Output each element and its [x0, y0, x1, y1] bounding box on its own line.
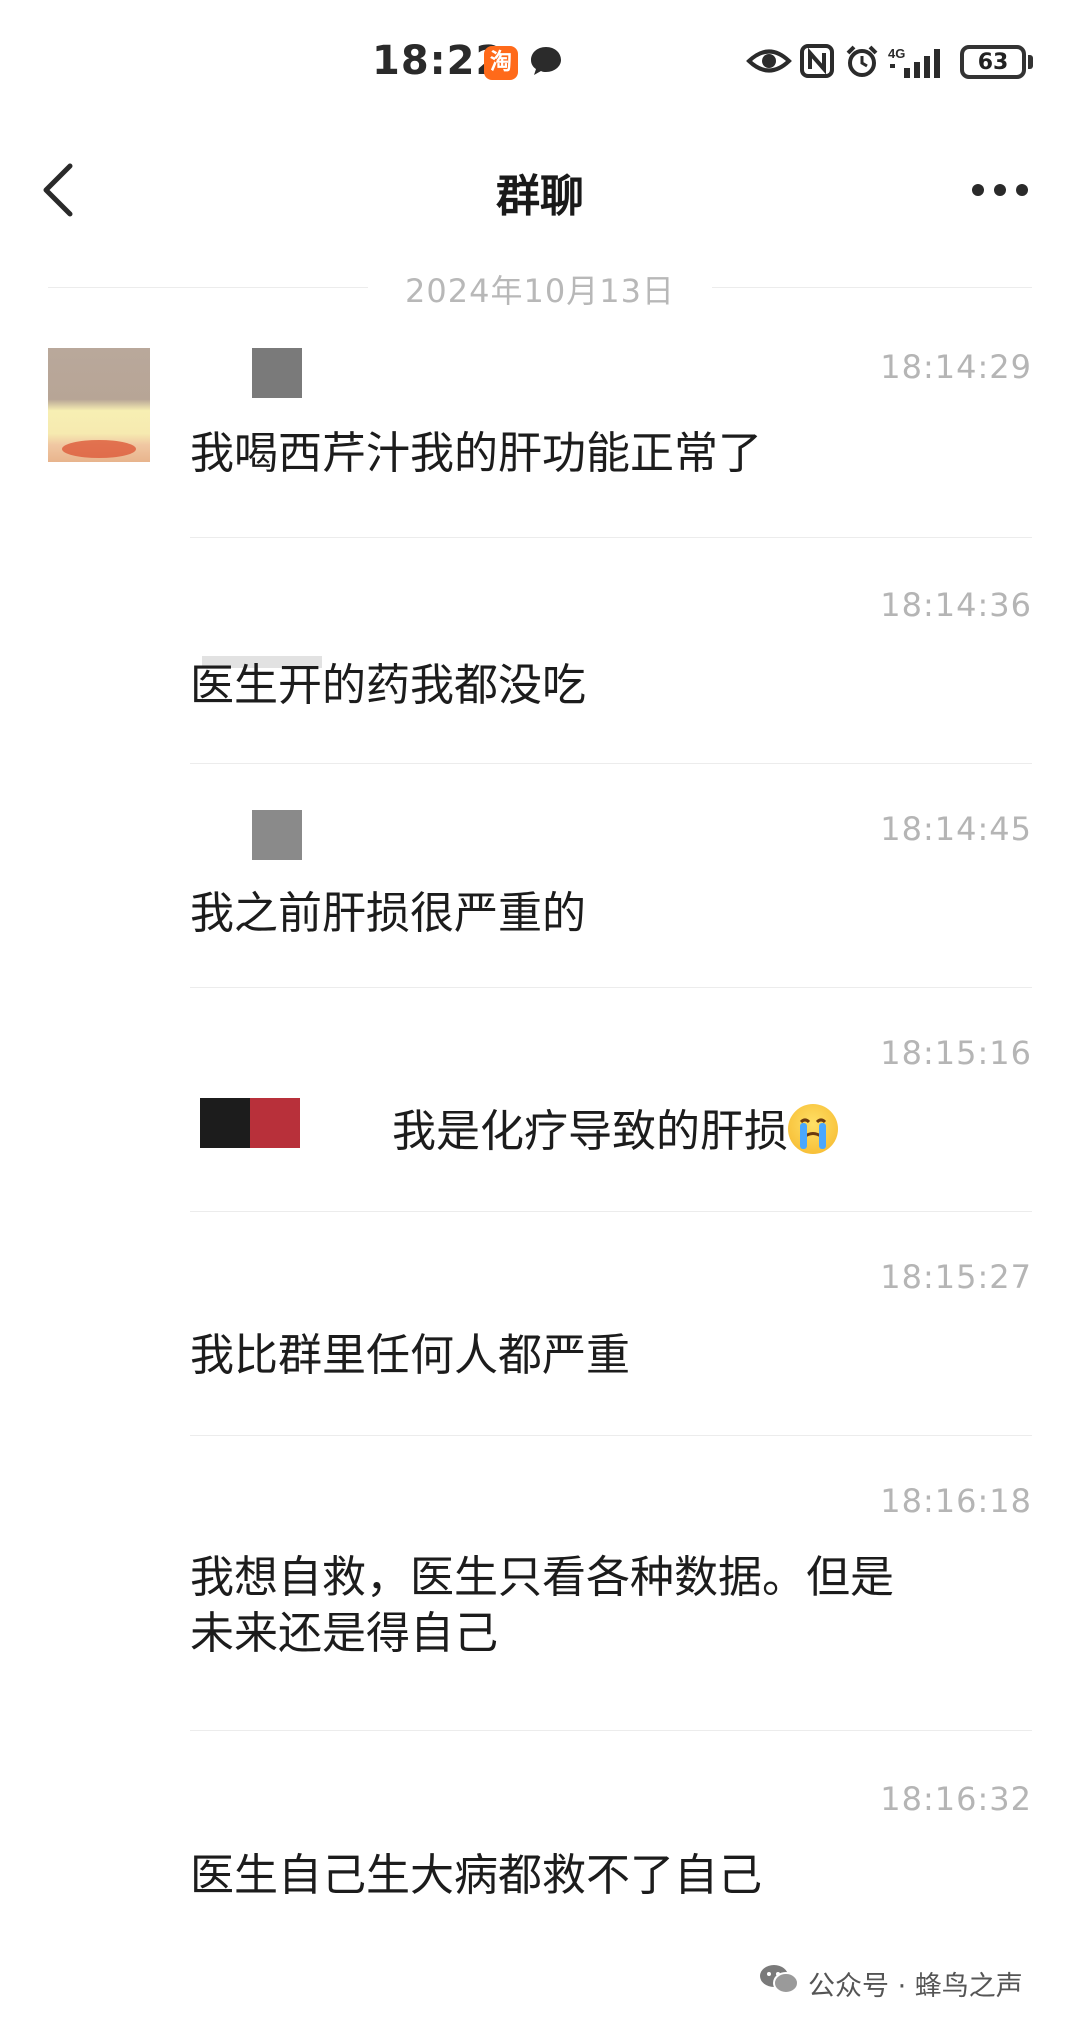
- message-text-content: 我是化疗导致的肝损: [392, 1106, 788, 1157]
- avatar-detail: [62, 440, 136, 458]
- list-item: 18:14:29 我喝西芹汁我的肝功能正常了: [190, 348, 1032, 538]
- message-time: 18:15:27: [880, 1258, 1032, 1296]
- page-title: 群聊: [496, 171, 584, 222]
- date-divider-right: [712, 287, 1032, 288]
- sender-name-redacted: [190, 348, 490, 398]
- list-item: 18:16:32 医生自己生大病都救不了自己: [190, 1780, 1032, 1960]
- date-separator: 2024年10月13日: [48, 262, 1032, 312]
- message-time: 18:14:36: [880, 586, 1032, 624]
- redaction-block: [250, 1098, 300, 1148]
- message-time: 18:16:18: [880, 1482, 1032, 1520]
- redaction-block: [252, 348, 302, 398]
- list-item: 18:15:27 我比群里任何人都严重: [190, 1258, 1032, 1438]
- message-text[interactable]: 我想自救，医生只看各种数据。但是 未来还是得自己: [190, 1550, 1032, 1662]
- message-divider: [190, 1211, 1032, 1212]
- eye-icon: [746, 49, 792, 73]
- nfc-icon: [800, 44, 834, 78]
- sender-name-redacted: [190, 1098, 330, 1148]
- list-item: 18:14:36 医生开的药我都没吃: [190, 586, 1032, 766]
- list-item: 18:14:45 我之前肝损很严重的: [190, 810, 1032, 990]
- message-time: 18:14:45: [880, 810, 1032, 848]
- more-icon[interactable]: [970, 182, 1030, 198]
- sender-name-redacted: [190, 810, 490, 860]
- redaction-block: [200, 1098, 250, 1148]
- message-divider: [190, 763, 1032, 764]
- battery-icon: 63: [960, 45, 1026, 79]
- redaction-block: [252, 810, 302, 860]
- message-time: 18:16:32: [880, 1780, 1032, 1818]
- list-item: 18:16:18 我想自救，医生只看各种数据。但是 未来还是得自己: [190, 1482, 1032, 1736]
- battery-tip: [1028, 55, 1033, 69]
- message-bubble-icon: [531, 47, 561, 75]
- status-bar: 18:22 淘 4G 63: [0, 0, 1080, 130]
- list-item: 18:15:16 我是化疗导致的肝损: [190, 1034, 1032, 1214]
- message-text[interactable]: 医生开的药我都没吃: [190, 658, 1032, 714]
- network-type-label: 4G: [888, 46, 905, 61]
- taobao-icon: 淘: [484, 46, 518, 80]
- message-divider: [190, 987, 1032, 988]
- message-text[interactable]: 医生自己生大病都救不了自己: [190, 1848, 1032, 1904]
- battery-level: 63: [977, 50, 1009, 75]
- wechat-logo-icon: [760, 1965, 799, 1994]
- message-divider: [190, 537, 1032, 538]
- message-text[interactable]: 我喝西芹汁我的肝功能正常了: [190, 426, 1032, 482]
- crying-face-emoji: [788, 1104, 838, 1154]
- watermark: 公众号 · 蜂鸟之声: [758, 1958, 1058, 2008]
- chat-header: 群聊: [0, 130, 1080, 250]
- message-text[interactable]: 我比群里任何人都严重: [190, 1328, 1032, 1384]
- message-text[interactable]: 我是化疗导致的肝损: [392, 1104, 1032, 1160]
- message-text[interactable]: 我之前肝损很严重的: [190, 886, 1032, 942]
- message-time: 18:15:16: [880, 1034, 1032, 1072]
- message-time: 18:14:29: [880, 348, 1032, 386]
- alarm-icon: [846, 45, 878, 77]
- message-divider: [190, 1730, 1032, 1731]
- signal-icon: 4G: [888, 46, 940, 78]
- watermark-text: 公众号 · 蜂鸟之声: [808, 1971, 1023, 2002]
- message-divider: [190, 1435, 1032, 1436]
- date-label: 2024年10月13日: [405, 272, 675, 310]
